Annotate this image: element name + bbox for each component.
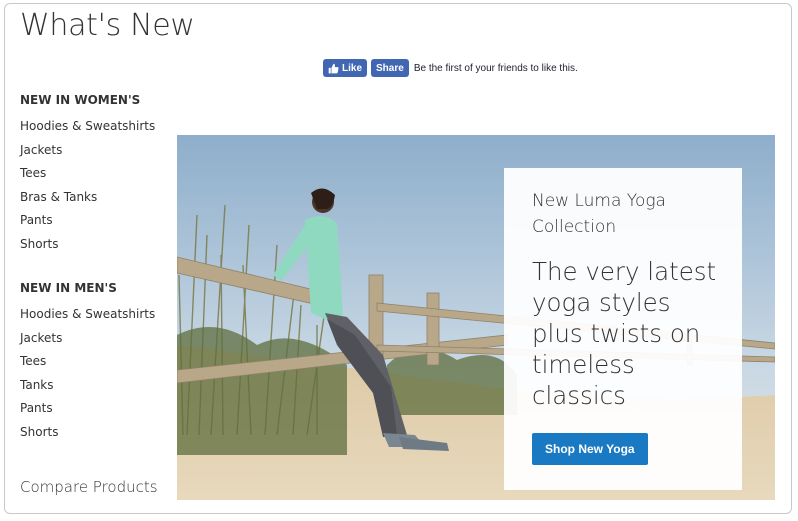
men-category-group: NEW IN MEN'S Hoodies & Sweatshirts Jacke…	[20, 280, 170, 444]
shop-new-yoga-button[interactable]: Shop New Yoga	[532, 433, 648, 465]
promo-card: New Luma Yoga Collection The very latest…	[504, 168, 742, 490]
women-heading: NEW IN WOMEN'S	[20, 93, 141, 107]
men-link-hoodies[interactable]: Hoodies & Sweatshirts	[20, 303, 170, 327]
women-link-tees[interactable]: Tees	[20, 162, 170, 186]
men-link-jackets[interactable]: Jackets	[20, 327, 170, 351]
social-bar: Like Share Be the first of your friends …	[323, 59, 578, 77]
women-link-hoodies[interactable]: Hoodies & Sweatshirts	[20, 115, 170, 139]
men-link-shorts[interactable]: Shorts	[20, 421, 170, 445]
friends-like-text: Be the first of your friends to like thi…	[413, 62, 578, 74]
facebook-share-button[interactable]: Share	[371, 59, 409, 77]
share-label: Share	[376, 62, 404, 74]
thumbs-up-icon	[328, 63, 339, 73]
compare-products-title: Compare Products	[20, 478, 158, 496]
women-link-jackets[interactable]: Jackets	[20, 139, 170, 163]
women-category-group: NEW IN WOMEN'S Hoodies & Sweatshirts Jac…	[20, 92, 170, 256]
promo-subtitle: New Luma Yoga Collection	[532, 191, 666, 237]
women-link-bras-tanks[interactable]: Bras & Tanks	[20, 186, 170, 210]
men-link-tanks[interactable]: Tanks	[20, 374, 170, 398]
like-label: Like	[342, 62, 363, 74]
hero-banner[interactable]: New Luma Yoga Collection The very latest…	[177, 135, 775, 500]
women-link-pants[interactable]: Pants	[20, 209, 170, 233]
women-link-shorts[interactable]: Shorts	[20, 233, 170, 257]
men-link-pants[interactable]: Pants	[20, 397, 170, 421]
men-link-tees[interactable]: Tees	[20, 350, 170, 374]
promo-headline: The very latest yoga styles plus twists …	[532, 257, 717, 410]
category-sidebar: NEW IN WOMEN'S Hoodies & Sweatshirts Jac…	[20, 92, 170, 444]
page-frame: What's New Like Share Be the first of yo…	[4, 3, 792, 514]
facebook-like-button[interactable]: Like	[323, 59, 368, 77]
men-heading: NEW IN MEN'S	[20, 281, 117, 295]
page-title: What's New	[20, 8, 195, 43]
